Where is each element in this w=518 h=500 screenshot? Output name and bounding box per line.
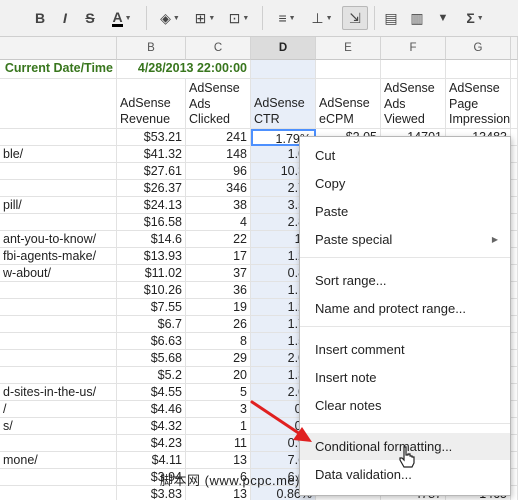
hand-cursor-icon [399,446,415,468]
annotation-arrow [250,400,312,442]
watermark: 脚本网 (www.pcpc.me) [160,473,300,488]
